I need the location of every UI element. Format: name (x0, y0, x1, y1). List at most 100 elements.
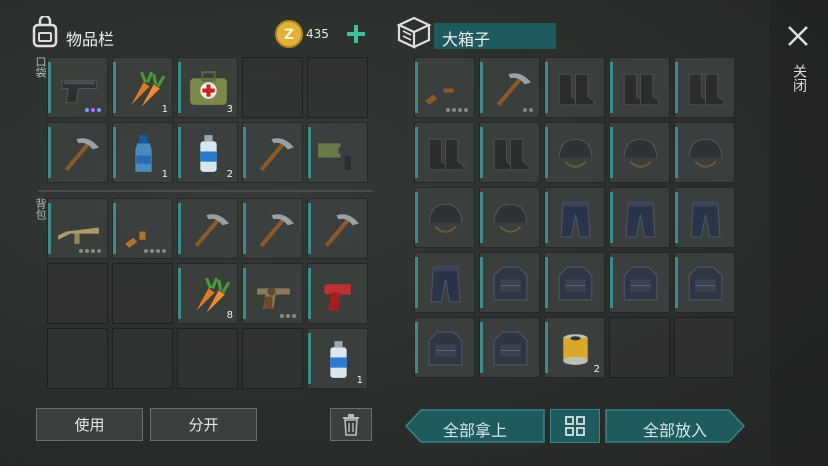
slot-accent-bar (610, 257, 613, 308)
box-slot[interactable] (414, 57, 475, 118)
slot-accent-bar (675, 257, 678, 308)
backpack-slot[interactable] (307, 198, 368, 259)
slot-accent-bar (415, 257, 418, 308)
box-slot[interactable] (544, 122, 605, 183)
trash-icon (343, 413, 359, 436)
put-all-button[interactable]: 全部放入 (605, 409, 745, 443)
box-slot[interactable] (674, 187, 735, 248)
quality-dot (523, 108, 527, 112)
slot-accent-bar (48, 203, 51, 254)
box-slot[interactable] (544, 187, 605, 248)
box-slot[interactable] (479, 57, 540, 118)
box-slot[interactable] (414, 122, 475, 183)
backpack-slot[interactable] (307, 263, 368, 324)
quality-dot (91, 108, 95, 112)
box-slot[interactable] (609, 57, 670, 118)
pocket-slot[interactable] (47, 122, 108, 183)
quality-dots (446, 108, 468, 112)
quality-dot (452, 108, 456, 112)
add-coins-button[interactable] (345, 21, 367, 47)
quality-dot (79, 249, 83, 253)
box-slot[interactable] (609, 187, 670, 248)
slot-accent-bar (243, 268, 246, 319)
box-slot[interactable] (674, 252, 735, 313)
item-count: 2 (226, 169, 233, 180)
coin-amount: 435 (306, 27, 329, 41)
pocket-slot[interactable]: 2 (177, 122, 238, 183)
backpack-slot[interactable] (177, 198, 238, 259)
backpack-slot[interactable] (47, 263, 108, 324)
backpack-slot[interactable] (112, 328, 173, 389)
slot-accent-bar (415, 127, 418, 178)
slot-accent-bar (675, 62, 678, 113)
backpack-slot[interactable] (112, 198, 173, 259)
trash-button[interactable] (330, 408, 372, 441)
box-slot[interactable] (414, 252, 475, 313)
box-slot[interactable] (479, 317, 540, 378)
plus-icon (347, 25, 365, 43)
item-count: 2 (593, 364, 600, 375)
box-slot[interactable] (479, 122, 540, 183)
close-label: 关闭 (791, 64, 807, 92)
pocket-slot[interactable]: 3 (177, 57, 238, 118)
slot-accent-bar (480, 127, 483, 178)
backpack-label: 背包 (34, 198, 47, 220)
backpack-slot[interactable] (47, 328, 108, 389)
backpack-slot[interactable] (177, 328, 238, 389)
slot-accent-bar (545, 127, 548, 178)
sort-button[interactable] (550, 409, 600, 443)
quality-dot (150, 249, 154, 253)
box-slot[interactable] (414, 187, 475, 248)
use-button[interactable]: 使用 (36, 408, 143, 441)
pocket-slot[interactable] (47, 57, 108, 118)
box-slot[interactable] (674, 57, 735, 118)
box-slot[interactable] (414, 317, 475, 378)
box-slot[interactable] (544, 57, 605, 118)
slot-accent-bar (415, 322, 418, 373)
box-slot[interactable]: 2 (544, 317, 605, 378)
slot-accent-bar (308, 268, 311, 319)
quality-dot (85, 108, 89, 112)
box-slot[interactable] (609, 252, 670, 313)
pocket-slot[interactable] (242, 122, 303, 183)
pocket-slot[interactable] (307, 122, 368, 183)
box-icon (396, 15, 432, 49)
slot-accent-bar (308, 333, 311, 384)
slot-accent-bar (545, 192, 548, 243)
backpack-slot[interactable] (47, 198, 108, 259)
backpack-slot[interactable] (112, 263, 173, 324)
slot-accent-bar (178, 268, 181, 319)
backpack-slot[interactable] (242, 328, 303, 389)
pocket-slot[interactable] (242, 57, 303, 118)
quality-dot (286, 314, 290, 318)
close-button[interactable]: 关闭 (784, 22, 812, 102)
quality-dots (144, 249, 166, 253)
slot-accent-bar (610, 62, 613, 113)
box-slot[interactable] (479, 252, 540, 313)
box-slot[interactable] (674, 317, 735, 378)
split-button[interactable]: 分开 (150, 408, 257, 441)
backpack-slot[interactable] (242, 263, 303, 324)
backpack-slot[interactable] (242, 198, 303, 259)
quality-dot (446, 108, 450, 112)
pocket-slot[interactable] (307, 57, 368, 118)
slot-accent-bar (480, 192, 483, 243)
slot-accent-bar (480, 257, 483, 308)
slot-accent-bar (243, 127, 246, 178)
slot-accent-bar (113, 203, 116, 254)
pocket-slot[interactable]: 1 (112, 122, 173, 183)
box-slot[interactable] (544, 252, 605, 313)
svg-text:Z: Z (284, 27, 294, 43)
take-all-button[interactable]: 全部拿上 (405, 409, 545, 443)
item-count: 1 (161, 104, 168, 115)
box-slot[interactable] (479, 187, 540, 248)
quality-dot (97, 108, 101, 112)
quality-dot (97, 249, 101, 253)
backpack-slot[interactable]: 1 (307, 328, 368, 389)
box-slot[interactable] (609, 317, 670, 378)
slot-accent-bar (480, 322, 483, 373)
box-slot[interactable] (609, 122, 670, 183)
pocket-slot[interactable]: 1 (112, 57, 173, 118)
box-slot[interactable] (674, 122, 735, 183)
backpack-slot[interactable]: 8 (177, 263, 238, 324)
